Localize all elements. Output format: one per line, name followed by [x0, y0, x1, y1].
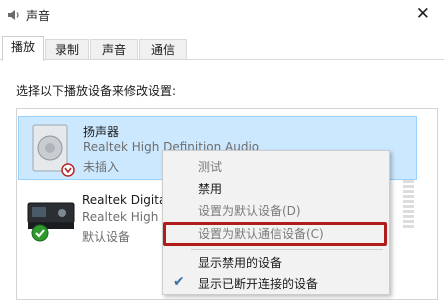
menu-item-set-default[interactable]: 设置为默认设备(D): [163, 199, 389, 221]
menu-item-label: 禁用: [198, 182, 223, 196]
menu-item-label: 显示已断开连接的设备: [198, 277, 319, 291]
device-state: 默认设备: [82, 230, 131, 244]
sound-app-icon: [8, 10, 19, 20]
menu-item-show-disabled[interactable]: 显示禁用的设备: [163, 251, 389, 273]
device-name: 扬声器: [83, 125, 120, 139]
tab-sounds[interactable]: 声音: [90, 39, 138, 60]
menu-item-test[interactable]: 测试: [163, 155, 389, 177]
device-state: 未插入: [83, 160, 120, 174]
instruction-label: 选择以下播放设备来修改设置:: [16, 84, 177, 98]
device-driver: Realtek High D: [82, 210, 172, 224]
menu-separator: [191, 249, 383, 250]
title-bar: 声音 ✕: [0, 0, 444, 30]
menu-item-disable[interactable]: 禁用: [163, 177, 389, 199]
context-menu: 测试 禁用 设置为默认设备(D) 设置为默认通信设备(C) 显示禁用的设备 ✔ …: [162, 150, 390, 295]
checkmark-icon: ✔: [173, 274, 185, 290]
menu-item-label: 设置为默认设备(D): [198, 204, 301, 218]
tab-recording[interactable]: 录制: [45, 39, 89, 60]
close-button[interactable]: ✕: [416, 4, 430, 24]
menu-item-label: 显示禁用的设备: [198, 256, 283, 270]
volume-level-meter: [403, 180, 414, 234]
tab-communications[interactable]: 通信: [139, 39, 187, 60]
menu-item-show-disconnected[interactable]: ✔ 显示已断开连接的设备: [163, 272, 389, 294]
tab-strip: 播放 录制 声音 通信: [0, 36, 444, 61]
device-name: Realtek Digital: [82, 193, 170, 207]
window-title: 声音: [26, 9, 51, 23]
digital-output-icon: [27, 202, 75, 242]
speaker-icon: [32, 124, 75, 177]
tab-playback[interactable]: 播放: [2, 36, 44, 61]
menu-item-label: 测试: [198, 160, 223, 174]
highlight-frame: [163, 222, 387, 246]
